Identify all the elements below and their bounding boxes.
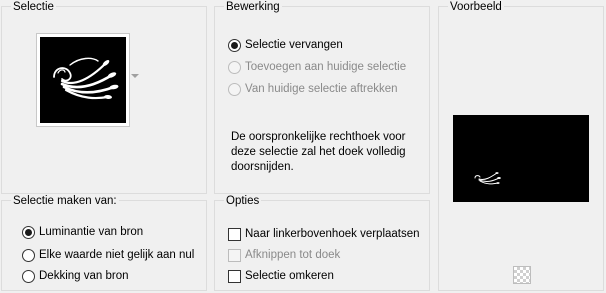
preview-swirl-icon	[474, 172, 501, 185]
radio-label: Elke waarde niet gelijk aan nul	[39, 249, 195, 261]
swirl-ornament-icon	[53, 57, 119, 100]
chevron-down-icon[interactable]	[131, 74, 139, 78]
radio-luminantie[interactable]: Luminantie van bron	[22, 224, 143, 240]
radio-label: Toevoegen aan huidige selectie	[245, 61, 407, 73]
selectie-maken-group: Selectie maken van: Luminantie van bron …	[1, 194, 207, 291]
radio-button-icon[interactable]	[228, 38, 241, 52]
checkbox-linkerbovenhoek[interactable]: Naar linkerbovenhoek verplaatsen	[228, 226, 420, 242]
radio-button-icon[interactable]	[22, 248, 35, 262]
checkbox-label: Naar linkerbovenhoek verplaatsen	[245, 228, 420, 240]
radio-label: Luminantie van bron	[39, 226, 144, 238]
radio-dekking[interactable]: Dekking van bron	[22, 268, 129, 284]
checkbox-icon[interactable]	[228, 227, 241, 241]
checkbox-icon[interactable]	[228, 248, 241, 262]
opties-group: Opties Naar linkerbovenhoek verplaatsen …	[214, 194, 430, 291]
radio-button-icon[interactable]	[22, 269, 35, 283]
bewerking-group-title: Bewerking	[224, 0, 282, 14]
bewerking-group: Bewerking Selectie vervangen Toevoegen a…	[214, 0, 430, 194]
selectie-group-title: Selectie	[11, 0, 56, 14]
checkbox-icon[interactable]	[228, 269, 241, 283]
preview-canvas	[453, 115, 589, 202]
transparency-toggle-icon[interactable]	[513, 266, 531, 284]
opties-group-title: Opties	[224, 194, 262, 208]
radio-aftrekken[interactable]: Van huidige selectie aftrekken	[228, 81, 398, 97]
radio-label: Selectie vervangen	[245, 39, 343, 51]
checkbox-label: Afknippen tot doek	[245, 249, 341, 261]
checkbox-afknippen[interactable]: Afknippen tot doek	[228, 247, 340, 263]
radio-label: Dekking van bron	[39, 270, 129, 282]
selectie-maken-group-title: Selectie maken van:	[11, 194, 119, 208]
selection-source-picker[interactable]	[36, 33, 130, 127]
checkbox-label: Selectie omkeren	[245, 270, 334, 282]
selection-source-thumbnail	[40, 37, 126, 123]
radio-selectie-vervangen[interactable]: Selectie vervangen	[228, 37, 343, 53]
selectie-group: Selectie	[1, 0, 207, 194]
voorbeeld-group: Voorbeeld	[438, 0, 604, 291]
bewerking-description: De oorspronkelijke rechthoek voor deze s…	[231, 131, 406, 173]
radio-button-icon[interactable]	[228, 82, 241, 96]
radio-button-icon[interactable]	[22, 225, 35, 239]
radio-toevoegen[interactable]: Toevoegen aan huidige selectie	[228, 59, 406, 75]
voorbeeld-group-title: Voorbeeld	[448, 0, 504, 14]
checkbox-omkeren[interactable]: Selectie omkeren	[228, 268, 334, 284]
radio-button-icon[interactable]	[228, 60, 241, 74]
radio-label: Van huidige selectie aftrekken	[245, 83, 398, 95]
radio-elke-waarde[interactable]: Elke waarde niet gelijk aan nul	[22, 247, 194, 263]
